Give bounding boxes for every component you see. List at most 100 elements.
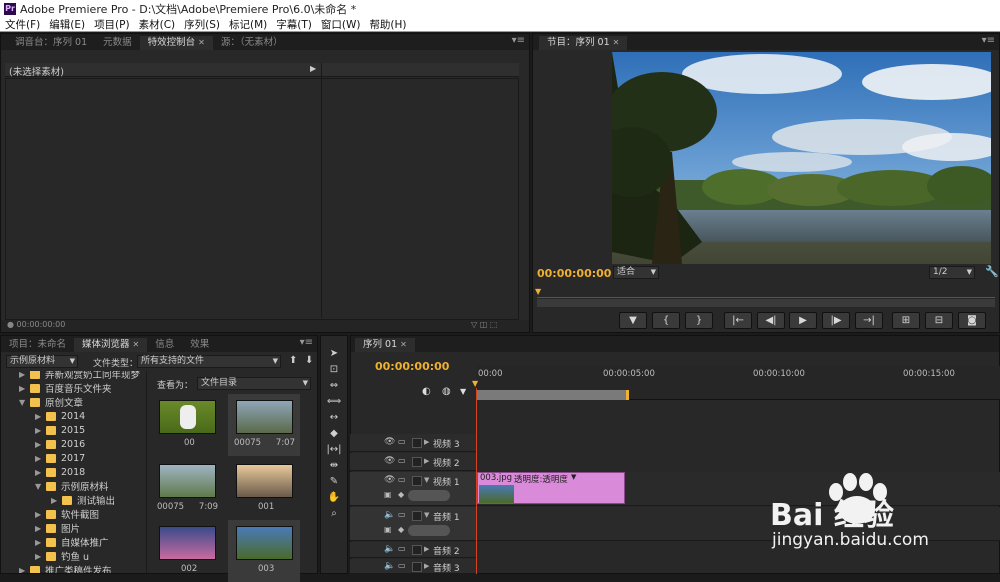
tree-item[interactable]: ▶ 2016 (35, 437, 85, 451)
speaker-icon[interactable]: 🔈 (384, 510, 395, 520)
menu-project[interactable]: 项目(P) (94, 17, 130, 32)
keyframe-toggle-icon[interactable]: ◆ (398, 490, 404, 499)
tab-info[interactable]: 信息 (147, 338, 182, 352)
lock-toggle[interactable] (412, 545, 422, 555)
collapsed-arrow-icon[interactable]: ▶ (35, 510, 43, 519)
zoom-tool-icon[interactable]: ⌕ (325, 507, 343, 521)
track-select-tool-icon[interactable]: ⊡ (325, 363, 343, 377)
track-audio-2[interactable]: 🔈 ▭ ▶ 音频 2 (350, 542, 476, 558)
tree-item[interactable]: ▶ 软件截图 (35, 507, 99, 521)
sync-icon[interactable]: ▭ (398, 561, 406, 570)
file-type-dropdown[interactable]: 所有支持的文件 ▼ (137, 355, 281, 368)
media-thumbnail[interactable]: 00 (151, 394, 223, 456)
sync-icon[interactable]: ▭ (398, 510, 406, 519)
playhead-icon[interactable]: ▼ (472, 379, 478, 388)
expanded-arrow-icon[interactable]: ▼ (19, 398, 27, 407)
media-thumbnail[interactable]: 00075 7:07 (228, 394, 300, 456)
tree-item[interactable]: ▶ 推广类稿件发布 (19, 563, 112, 573)
tab-audio-mixer[interactable]: 调音台：序列 01 (1, 36, 95, 50)
menu-title[interactable]: 字幕(T) (276, 17, 312, 32)
lock-toggle[interactable] (412, 476, 422, 486)
tab-project[interactable]: 项目：未命名 (1, 338, 74, 352)
filmstrip-icon[interactable]: ▭ (398, 456, 406, 465)
menu-clip[interactable]: 素材(C) (139, 17, 176, 32)
tab-sequence[interactable]: 序列 01 ✕ (355, 338, 415, 352)
tab-media-browser[interactable]: 媒体浏览器 ✕ (74, 338, 148, 352)
eye-icon[interactable]: 👁 (384, 456, 395, 466)
track-audio-1[interactable]: 🔈 ▭ ▼ 音频 1 ▣ ◆ (350, 507, 476, 541)
filmstrip-icon[interactable]: ▭ (398, 437, 406, 446)
hand-tool-icon[interactable]: ✋ (325, 491, 343, 505)
menu-edit[interactable]: 编辑(E) (49, 17, 85, 32)
tab-effects[interactable]: 效果 (182, 338, 217, 352)
collapsed-arrow-icon[interactable]: ▶ (35, 524, 43, 533)
tree-item[interactable]: ▶ 测试输出 (51, 493, 115, 507)
tree-item[interactable]: ▶ 2015 (35, 423, 85, 437)
keyframe-toggle-icon[interactable]: ◆ (398, 525, 404, 534)
down-arrow-icon[interactable]: ⬇ (305, 355, 313, 366)
ripple-edit-tool-icon[interactable]: ⇔ (325, 379, 343, 393)
media-thumbnail[interactable]: 003 (228, 520, 300, 582)
slip-tool-icon[interactable]: |↔| (325, 443, 343, 457)
tree-item[interactable]: ▶ 自媒体推广 (35, 535, 109, 549)
mark-out-button[interactable]: } (685, 312, 713, 329)
menu-help[interactable]: 帮助(H) (369, 17, 406, 32)
track-audio-3[interactable]: 🔈 ▭ ▶ 音频 3 (350, 559, 476, 574)
close-icon[interactable]: ✕ (198, 38, 205, 47)
collapsed-arrow-icon[interactable]: ▶ (35, 468, 43, 477)
speaker-icon[interactable]: 🔈 (384, 561, 395, 571)
keyframe-nav[interactable] (408, 490, 450, 501)
track-video-2[interactable]: 👁 ▭ ▶ 视频 2 (350, 453, 476, 471)
mark-in-button[interactable]: { (652, 312, 680, 329)
rate-stretch-tool-icon[interactable]: ↔ (325, 411, 343, 425)
display-style-icon[interactable]: ▣ (384, 490, 392, 499)
program-timecode[interactable]: 00:00:00:00 (537, 267, 611, 280)
playhead-icon[interactable]: ▼ (535, 287, 541, 296)
work-area-end[interactable] (626, 390, 629, 400)
sync-icon[interactable]: ▭ (398, 544, 406, 553)
tree-item[interactable]: ▶ 2018 (35, 465, 85, 479)
panel-menu-icon[interactable]: ▾≡ (512, 35, 525, 46)
tree-item[interactable]: ▶ 弄新观赏奶工同年现梦 (19, 371, 140, 381)
step-back-button[interactable]: ◀| (757, 312, 785, 329)
fit-dropdown[interactable]: 适合 ▼ (613, 266, 659, 279)
collapsed-arrow-icon[interactable]: ▶ (19, 384, 27, 393)
tree-item[interactable]: ▶ 图片 (35, 521, 80, 535)
collapsed-arrow-icon[interactable]: ▶ (35, 412, 43, 421)
go-to-out-button[interactable]: →| (855, 312, 883, 329)
step-forward-button[interactable]: |▶ (822, 312, 850, 329)
selection-tool-icon[interactable]: ➤ (325, 347, 343, 361)
close-icon[interactable]: ✕ (613, 38, 620, 47)
snap-icon[interactable]: ◐ (422, 386, 431, 397)
eye-icon[interactable]: 👁 (384, 475, 395, 485)
panel-menu-icon[interactable]: ▾≡ (300, 337, 313, 348)
export-frame-button[interactable]: ◙ (958, 312, 986, 329)
add-marker-button[interactable]: ▼ (619, 312, 647, 329)
timeline-clip[interactable]: 003.jpg 透明度:透明度 ▼ (477, 472, 625, 504)
go-to-in-button[interactable]: |← (724, 312, 752, 329)
media-thumbnail[interactable]: 001 (228, 458, 300, 520)
program-zoom-bar[interactable] (537, 299, 995, 307)
lift-button[interactable]: ⊞ (892, 312, 920, 329)
resolution-dropdown[interactable]: 1/2 ▼ (929, 266, 975, 279)
lock-toggle[interactable] (412, 511, 422, 521)
track-video-1[interactable]: 👁 ▭ ▼ 视频 1 ▣ ◆ (350, 472, 476, 506)
tree-item[interactable]: ▼ 原创文章 (19, 395, 83, 409)
collapsed-arrow-icon[interactable]: ▶ (19, 566, 27, 574)
extract-button[interactable]: ⊟ (925, 312, 953, 329)
timeline-timecode[interactable]: 00:00:00:00 (375, 360, 449, 373)
media-thumbnail[interactable]: 002 (151, 520, 223, 582)
footer-icons[interactable]: ▽ ◫ ⬚ (471, 320, 497, 329)
menu-window[interactable]: 窗口(W) (321, 17, 361, 32)
tree-item[interactable]: ▶ 2017 (35, 451, 85, 465)
speaker-icon[interactable]: 🔈 (384, 544, 395, 554)
expanded-arrow-icon[interactable]: ▼ (424, 511, 429, 519)
expanded-arrow-icon[interactable]: ▼ (424, 476, 429, 484)
menu-marker[interactable]: 标记(M) (229, 17, 267, 32)
menu-sequence[interactable]: 序列(S) (184, 17, 220, 32)
expanded-arrow-icon[interactable]: ▼ (35, 482, 43, 491)
pen-tool-icon[interactable]: ✎ (325, 475, 343, 489)
filmstrip-icon[interactable]: ▭ (398, 475, 406, 484)
expand-arrow-icon[interactable]: ▶ (310, 64, 316, 73)
marker-icon[interactable]: ▼ (460, 387, 466, 396)
